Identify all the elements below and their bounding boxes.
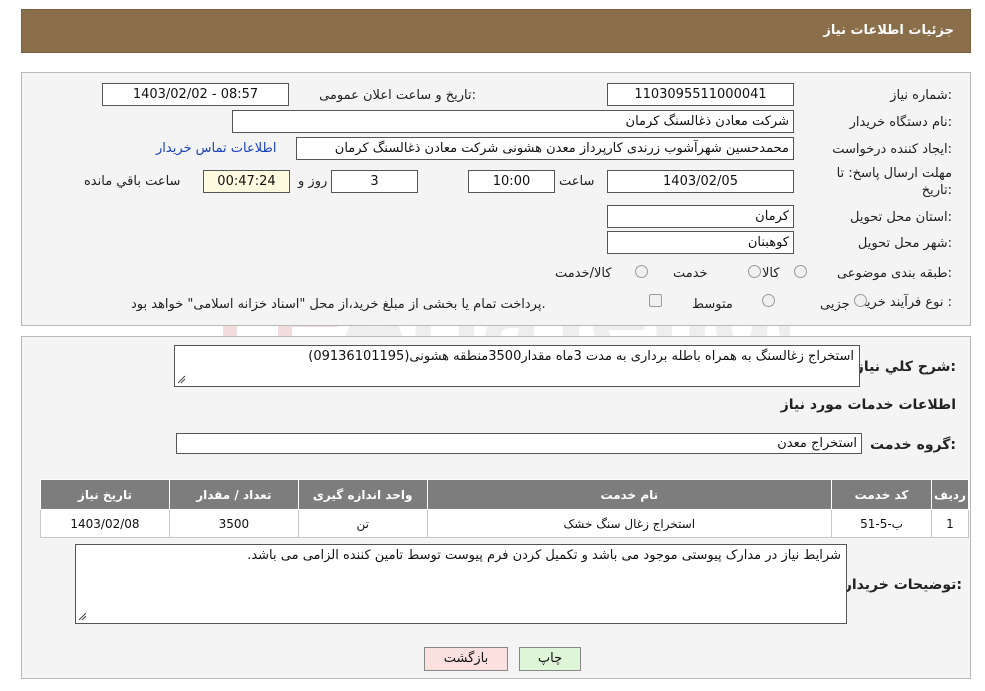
category-goods-label: کالا (762, 266, 780, 281)
summary-textarea: استخراج زغالسنگ به همراه باطله برداری به… (174, 345, 860, 387)
service-group-label: گروه خدمت: (870, 437, 956, 453)
notes-label: توضیحات خریدار: (843, 577, 962, 593)
deadline-time-field: 10:00 (468, 170, 555, 193)
purchase-type-label: نوع فرآیند خرید : (860, 295, 952, 310)
category-label: طبقه بندی موضوعی: (836, 266, 952, 281)
treasury-note: پرداخت تمام یا بخشی از مبلغ خرید،از محل … (131, 297, 546, 312)
services-table: تاریخ نیاز تعداد / مقدار واحد اندازه گیر… (40, 479, 970, 538)
deadline-label-date: تاریخ: (921, 183, 952, 198)
need-number-label: شماره نیاز: (890, 88, 952, 103)
days-label: روز و (298, 174, 328, 189)
print-button[interactable]: چاپ (519, 647, 581, 671)
category-service-label: خدمت (673, 266, 708, 281)
city-field: کوهبنان (607, 231, 794, 254)
resize-grip-icon[interactable] (177, 375, 186, 384)
creator-label: ایجاد کننده درخواست: (832, 142, 952, 157)
resize-grip-icon[interactable] (78, 612, 87, 621)
cell-quantity: 3500 (168, 509, 299, 538)
service-group-field: استخراج معدن (176, 433, 862, 454)
cell-unit: تن (297, 509, 428, 538)
cell-need-date: 1403/02/08 (40, 509, 170, 538)
buyer-field: شرکت معادن ذغالسنگ کرمان (232, 110, 794, 133)
province-label: استان محل تحویل: (850, 210, 952, 225)
need-details-panel: شرح کلي نياز: استخراج زغالسنگ به همراه ب… (21, 336, 971, 679)
creator-field: محمدحسین شهرآشوب زرندی کارپرداز معدن هشو… (296, 137, 794, 160)
purchase-minor-label: جزیی (820, 297, 850, 312)
category-service-radio[interactable] (748, 265, 761, 278)
remaining-time-field: 00:47:24 (203, 170, 290, 193)
announce-label: تاریخ و ساعت اعلان عمومی: (319, 88, 476, 103)
deadline-hour-label: ساعت (559, 174, 595, 189)
table-header-row: تاریخ نیاز تعداد / مقدار واحد اندازه گیر… (40, 479, 970, 510)
deadline-date-field: 1403/02/05 (607, 170, 794, 193)
col-service-code: کد خدمت (831, 479, 932, 510)
col-unit: واحد اندازه گیری (297, 479, 428, 510)
need-info-panel: شماره نیاز: 1103095511000041 تاریخ و ساع… (21, 72, 971, 326)
cell-row: 1 (930, 509, 970, 538)
back-button[interactable]: بازگشت (424, 647, 508, 671)
cell-service-name: استخراج زغال سنگ خشک (426, 509, 833, 538)
services-heading: اطلاعات خدمات مورد نياز (780, 397, 956, 413)
page-title: جزئیات اطلاعات نیاز (823, 23, 954, 38)
notes-text: شرایط نیاز در مدارک پیوستی موجود می باشد… (247, 548, 841, 563)
category-both-label: کالا/خدمت (555, 266, 612, 281)
col-row: رديف (930, 479, 970, 510)
announce-field: 1403/02/02 - 08:57 (102, 83, 289, 106)
deadline-label: مهلت ارسال پاسخ: تا (836, 166, 952, 181)
category-both-radio[interactable] (635, 265, 648, 278)
buyer-contact-link[interactable]: اطلاعات تماس خریدار (156, 141, 276, 156)
summary-label: شرح کلي نياز: (855, 359, 956, 375)
page-header: جزئیات اطلاعات نیاز (21, 9, 971, 53)
cell-service-code: ب-5-51 (831, 509, 932, 538)
notes-textarea: شرایط نیاز در مدارک پیوستی موجود می باشد… (75, 544, 847, 624)
purchase-medium-label: متوسط (692, 297, 733, 312)
col-service-name: نام خدمت (426, 479, 833, 510)
remaining-label: ساعت باقي مانده (84, 174, 181, 189)
col-quantity: تعداد / مقدار (168, 479, 299, 510)
summary-text: استخراج زغالسنگ به همراه باطله برداری به… (308, 349, 854, 364)
city-label: شهر محل تحویل: (857, 236, 952, 251)
purchase-medium-radio[interactable] (762, 294, 775, 307)
need-number-field: 1103095511000041 (607, 83, 794, 106)
col-need-date: تاریخ نیاز (40, 479, 170, 510)
purchase-minor-radio[interactable] (854, 294, 867, 307)
days-field: 3 (331, 170, 418, 193)
buyer-label: نام دستگاه خریدار: (849, 115, 952, 130)
province-field: کرمان (607, 205, 794, 228)
category-goods-radio[interactable] (794, 265, 807, 278)
treasury-checkbox[interactable] (649, 294, 662, 307)
table-row: 1403/02/08 3500 تن استخراج زغال سنگ خشک … (40, 509, 970, 538)
